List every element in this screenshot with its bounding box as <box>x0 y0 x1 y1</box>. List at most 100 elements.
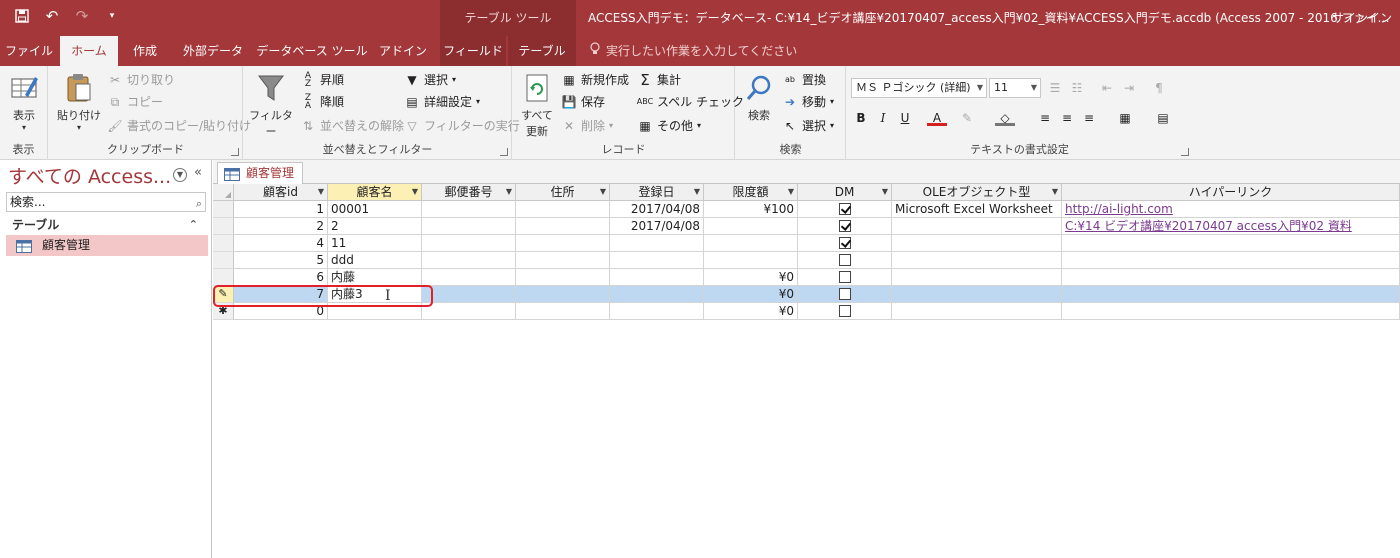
cell-hyperlink[interactable] <box>1062 269 1400 286</box>
tab-home[interactable]: ホーム <box>60 36 118 66</box>
cell-date[interactable] <box>610 286 704 303</box>
sign-in-link[interactable]: サインイン <box>1332 9 1392 26</box>
column-dropdown-icon[interactable]: ▼ <box>882 184 888 200</box>
paragraph-direction-icon[interactable]: ¶ <box>1149 78 1169 98</box>
nav-item-customer-table[interactable]: 顧客管理 <box>6 235 208 256</box>
cell-hyperlink[interactable] <box>1062 252 1400 269</box>
column-dropdown-icon[interactable]: ▼ <box>788 184 794 200</box>
cell-address[interactable] <box>516 235 610 252</box>
cell-hyperlink[interactable]: http://ai-light.com <box>1062 201 1400 218</box>
cell-date[interactable] <box>610 235 704 252</box>
new-record-button[interactable]: ▦ 新規作成 <box>561 70 629 90</box>
cell-ole[interactable] <box>892 303 1062 320</box>
column-header-registration-date[interactable]: 登録日 ▼ <box>610 184 704 201</box>
cell-date[interactable] <box>610 303 704 320</box>
remove-sort-button[interactable]: ⇅ 並べ替えの解除 <box>300 116 404 136</box>
column-dropdown-icon[interactable]: ▼ <box>506 184 512 200</box>
increase-indent-icon[interactable]: ⇥ <box>1119 78 1139 98</box>
customize-qat-icon[interactable]: ▾ <box>102 6 122 26</box>
tab-add-ins[interactable]: アドイン <box>370 36 436 66</box>
cell-name[interactable]: 内藤3 <box>328 286 422 303</box>
nav-pane-title[interactable]: すべての Access... <box>8 162 171 189</box>
selection-filter-button[interactable]: ▼ 選択 ▾ <box>404 70 456 90</box>
align-center-icon[interactable]: ≡ <box>1057 108 1077 128</box>
select-all-corner[interactable] <box>213 184 234 201</box>
font-name-dropdown[interactable]: ＭＳ Ｐゴシック (詳細) ▼ <box>851 78 987 98</box>
dm-checkbox[interactable] <box>838 202 851 215</box>
cell-zip[interactable] <box>422 303 516 320</box>
cell-date[interactable] <box>610 269 704 286</box>
cell-id[interactable]: 0 <box>234 303 328 320</box>
cell-ole[interactable] <box>892 218 1062 235</box>
find-button[interactable]: 検索 <box>740 72 778 123</box>
bullets-icon[interactable]: ☰ <box>1045 78 1065 98</box>
redo-icon[interactable]: ↷ <box>72 6 92 26</box>
underline-icon[interactable]: U <box>895 108 915 128</box>
alt-row-color-icon[interactable]: ▤ <box>1153 108 1173 128</box>
row-selector[interactable] <box>213 218 234 235</box>
row-selector[interactable] <box>213 201 234 218</box>
dm-checkbox[interactable] <box>838 219 851 232</box>
nav-search-input[interactable]: 検索... ⌕ <box>6 192 206 212</box>
gridlines-icon[interactable]: ▦ <box>1115 108 1135 128</box>
select-button[interactable]: ↖ 選択 ▾ <box>782 116 834 136</box>
column-dropdown-icon[interactable]: ▼ <box>412 184 418 200</box>
cell-name[interactable] <box>328 303 422 320</box>
view-button[interactable]: 表示 ▾ <box>4 72 44 132</box>
cell-name[interactable]: ddd <box>328 252 422 269</box>
toggle-filter-button[interactable]: ▽ フィルターの実行 <box>404 116 519 136</box>
row-selector[interactable] <box>213 269 234 286</box>
tell-me-box[interactable]: 実行したい作業を入力してください <box>590 36 797 66</box>
cell-id[interactable]: 7 <box>234 286 328 303</box>
dm-checkbox[interactable] <box>838 236 851 249</box>
cell-address[interactable] <box>516 286 610 303</box>
numbering-icon[interactable]: ☷ <box>1067 78 1087 98</box>
cell-ole[interactable] <box>892 269 1062 286</box>
dm-checkbox[interactable] <box>838 287 851 300</box>
text-formatting-launcher-icon[interactable] <box>1181 148 1189 156</box>
delete-record-button[interactable]: ✕ 削除 ▾ <box>561 116 613 136</box>
cell-id[interactable]: 1 <box>234 201 328 218</box>
cell-hyperlink[interactable] <box>1062 235 1400 252</box>
copy-button[interactable]: ⧉ コピー <box>107 92 163 112</box>
row-selector-new[interactable]: ✱ <box>213 303 234 320</box>
advanced-filter-button[interactable]: ▤ 詳細設定 ▾ <box>404 92 480 112</box>
column-header-dm[interactable]: DM ▼ <box>798 184 892 201</box>
align-left-icon[interactable]: ≡ <box>1035 108 1055 128</box>
cell-id[interactable]: 5 <box>234 252 328 269</box>
cut-button[interactable]: ✂ 切り取り <box>107 70 175 90</box>
dm-checkbox[interactable] <box>838 304 851 317</box>
save-icon[interactable] <box>12 6 32 26</box>
bold-icon[interactable]: B <box>851 108 871 128</box>
font-size-dropdown[interactable]: 11 ▼ <box>989 78 1041 98</box>
nav-menu-chevron-icon[interactable]: ▼ <box>173 168 187 182</box>
totals-button[interactable]: Σ 集計 <box>637 70 681 90</box>
cell-name[interactable]: 00001 <box>328 201 422 218</box>
column-header-hyperlink[interactable]: ハイパーリンク <box>1062 184 1400 201</box>
cell-zip[interactable] <box>422 252 516 269</box>
cell-ole[interactable] <box>892 235 1062 252</box>
column-dropdown-icon[interactable]: ▼ <box>600 184 606 200</box>
column-dropdown-icon[interactable]: ▼ <box>694 184 700 200</box>
format-painter-button[interactable]: 🖌 書式のコピー/貼り付け <box>107 116 251 136</box>
refresh-all-button[interactable]: すべて 更新 <box>519 72 555 139</box>
column-header-customer-id[interactable]: 顧客id ▼ <box>234 184 328 201</box>
tab-database-tools[interactable]: データベース ツール <box>256 36 368 66</box>
tab-external-data[interactable]: 外部データ <box>172 36 254 66</box>
cell-hyperlink[interactable]: C:¥14 ビデオ講座¥20170407 access入門¥02 資料 <box>1062 218 1400 235</box>
cell-id[interactable]: 4 <box>234 235 328 252</box>
nav-category-tables[interactable]: テーブル ⌃ <box>6 215 206 235</box>
cell-id[interactable]: 6 <box>234 269 328 286</box>
dm-checkbox[interactable] <box>838 253 851 266</box>
paste-button[interactable]: 貼り付け ▾ <box>55 72 103 132</box>
cell-zip[interactable] <box>422 201 516 218</box>
column-header-address[interactable]: 住所 ▼ <box>516 184 610 201</box>
save-record-button[interactable]: 💾 保存 <box>561 92 606 112</box>
undo-icon[interactable]: ↶ <box>42 6 62 26</box>
tab-file[interactable]: ファイル <box>0 36 58 66</box>
tab-create[interactable]: 作成 <box>120 36 170 66</box>
replace-button[interactable]: ab 置換 <box>782 70 826 90</box>
cell-hyperlink[interactable] <box>1062 286 1400 303</box>
cell-limit[interactable] <box>704 218 798 235</box>
goto-button[interactable]: ➔ 移動 ▾ <box>782 92 834 112</box>
